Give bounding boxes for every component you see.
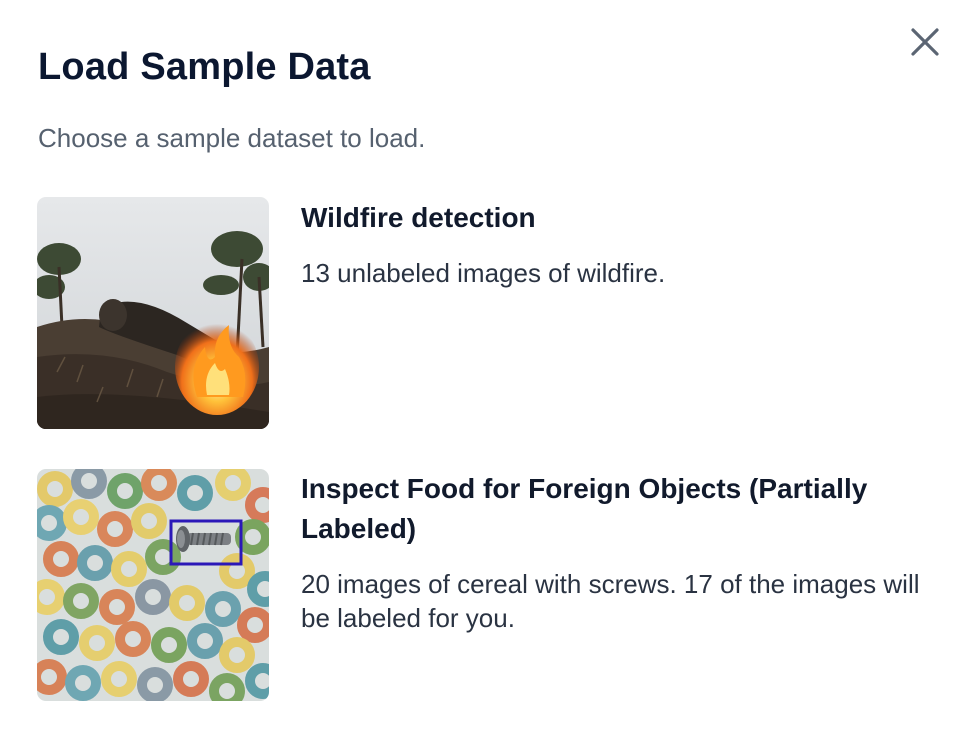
close-button[interactable] <box>905 22 945 62</box>
dataset-card-wildfire[interactable]: Wildfire detection 13 unlabeled images o… <box>37 197 927 429</box>
dialog-subtitle: Choose a sample dataset to load. <box>38 123 426 153</box>
dataset-description: 13 unlabeled images of wildfire. <box>301 258 666 288</box>
dataset-description: 20 images of cereal with screws. 17 of t… <box>301 569 920 633</box>
dataset-card-text: Wildfire detection 13 unlabeled images o… <box>301 197 927 290</box>
load-sample-data-dialog: Load Sample Data Choose a sample dataset… <box>0 0 964 730</box>
dataset-card-food-inspection[interactable]: Inspect Food for Foreign Objects (Partia… <box>37 469 927 701</box>
dataset-title: Wildfire detection <box>301 202 536 233</box>
dataset-card-text: Inspect Food for Foreign Objects (Partia… <box>301 469 927 635</box>
wildfire-thumbnail[interactable] <box>37 197 269 429</box>
dataset-title: Inspect Food for Foreign Objects (Partia… <box>301 473 868 544</box>
cereal-screws-thumbnail[interactable] <box>37 469 269 701</box>
dialog-title: Load Sample Data <box>38 46 371 88</box>
close-icon <box>911 28 939 56</box>
